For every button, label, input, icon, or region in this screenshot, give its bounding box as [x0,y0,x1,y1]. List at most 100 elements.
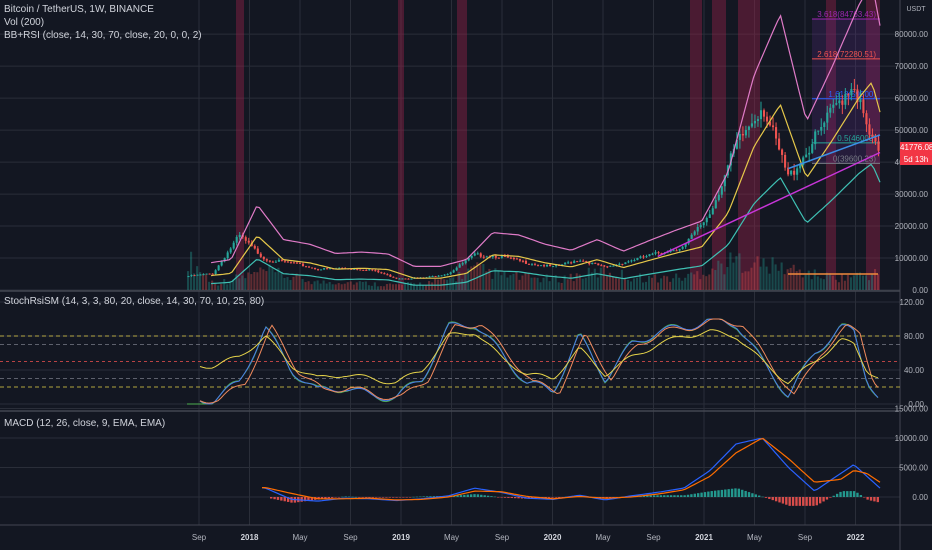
candle-body[interactable] [428,276,431,278]
candle-body[interactable] [509,257,512,259]
candle-body[interactable] [681,246,684,249]
candle-body[interactable] [790,170,793,175]
candle-body[interactable] [455,267,458,271]
volume-indicator-label[interactable]: Vol (200) [4,17,44,29]
candle-body[interactable] [862,99,865,114]
candle-body[interactable] [259,253,262,257]
candle-body[interactable] [549,264,552,267]
candle-body[interactable] [256,248,259,254]
candle-body[interactable] [591,262,594,265]
candle-body[interactable] [793,170,796,175]
stoch-indicator-label[interactable]: StochRsiSM (14, 3, 3, 80, 20, close, 14,… [4,296,264,308]
candle-body[interactable] [765,116,769,122]
candle-body[interactable] [431,276,434,278]
candle-body[interactable] [753,120,757,124]
candle-body[interactable] [208,273,211,275]
candle-body[interactable] [437,275,440,277]
candle-body[interactable] [594,262,597,264]
candle-body[interactable] [865,113,868,125]
candle-body[interactable] [738,133,741,140]
candle-body[interactable] [461,263,464,265]
candle-body[interactable] [458,264,461,268]
candle-body[interactable] [497,257,500,259]
candle-body[interactable] [675,250,678,252]
candle-body[interactable] [205,273,208,275]
candle-body[interactable] [326,268,329,270]
candle-body[interactable] [618,263,621,265]
candle-body[interactable] [292,262,296,264]
candle-body[interactable] [702,222,705,226]
candle-body[interactable] [874,137,877,142]
candle-body[interactable] [479,253,482,257]
candle-body[interactable] [386,274,389,276]
candle-body[interactable] [823,122,826,127]
candle-body[interactable] [320,269,323,271]
candle-body[interactable] [193,275,196,277]
candle-body[interactable] [452,270,455,273]
candle-body[interactable] [443,274,446,276]
candle-body[interactable] [799,164,802,169]
candle-body[interactable] [771,125,775,128]
candle-body[interactable] [244,237,247,241]
candle-body[interactable] [699,225,702,228]
candle-body[interactable] [295,262,299,264]
candle-body[interactable] [657,252,660,254]
candle-body[interactable] [832,104,835,108]
candle-body[interactable] [829,107,832,113]
candle-body[interactable] [877,141,880,151]
candle-body[interactable] [485,256,488,258]
candle-body[interactable] [717,194,720,201]
candle-body[interactable] [539,265,543,267]
candle-body[interactable] [289,261,293,263]
candle-body[interactable] [274,261,277,263]
candle-body[interactable] [741,133,744,136]
candle-body[interactable] [811,144,814,153]
trading-chart[interactable]: 3.618(84763.43)2.618(72280.51)1.618(5980… [0,0,932,550]
candle-body[interactable] [672,250,675,252]
candle-body[interactable] [853,89,856,91]
candle-body[interactable] [648,254,651,257]
candle-body[interactable] [524,260,528,264]
candle-body[interactable] [678,248,681,251]
candle-body[interactable] [392,276,395,278]
candle-body[interactable] [407,278,410,280]
candle-body[interactable] [850,89,853,96]
candle-body[interactable] [762,110,766,117]
candle-body[interactable] [371,269,374,271]
candle-body[interactable] [317,269,320,271]
candle-body[interactable] [624,262,627,265]
candle-body[interactable] [398,278,401,280]
candle-body[interactable] [546,264,549,267]
candle-body[interactable] [533,264,537,266]
candle-body[interactable] [579,260,582,262]
candle-body[interactable] [491,256,494,258]
candle-body[interactable] [690,234,693,239]
macd-indicator-label[interactable]: MACD (12, 26, close, 9, EMA, EMA) [4,418,165,430]
candle-body[interactable] [229,248,232,253]
candle-body[interactable] [552,266,555,268]
candle-body[interactable] [868,124,871,135]
candle-body[interactable] [434,276,437,278]
candle-body[interactable] [368,269,371,271]
candle-body[interactable] [374,270,377,272]
candle-body[interactable] [494,256,497,258]
candle-body[interactable] [238,234,241,238]
candle-body[interactable] [307,266,311,268]
candle-body[interactable] [564,262,567,265]
candle-body[interactable] [310,267,314,269]
candle-body[interactable] [515,258,518,260]
candle-body[interactable] [286,261,289,263]
candle-body[interactable] [527,263,531,265]
candle-body[interactable] [645,256,648,258]
candle-body[interactable] [362,269,365,271]
candle-body[interactable] [567,262,570,264]
candle-body[interactable] [826,112,829,123]
candle-body[interactable] [404,278,407,280]
candle-body[interactable] [600,265,603,267]
candle-body[interactable] [805,154,808,158]
candle-body[interactable] [642,256,645,258]
candle-body[interactable] [440,275,443,277]
candle-body[interactable] [744,129,747,136]
candle-body[interactable] [784,154,787,168]
candle-body[interactable] [708,214,711,218]
